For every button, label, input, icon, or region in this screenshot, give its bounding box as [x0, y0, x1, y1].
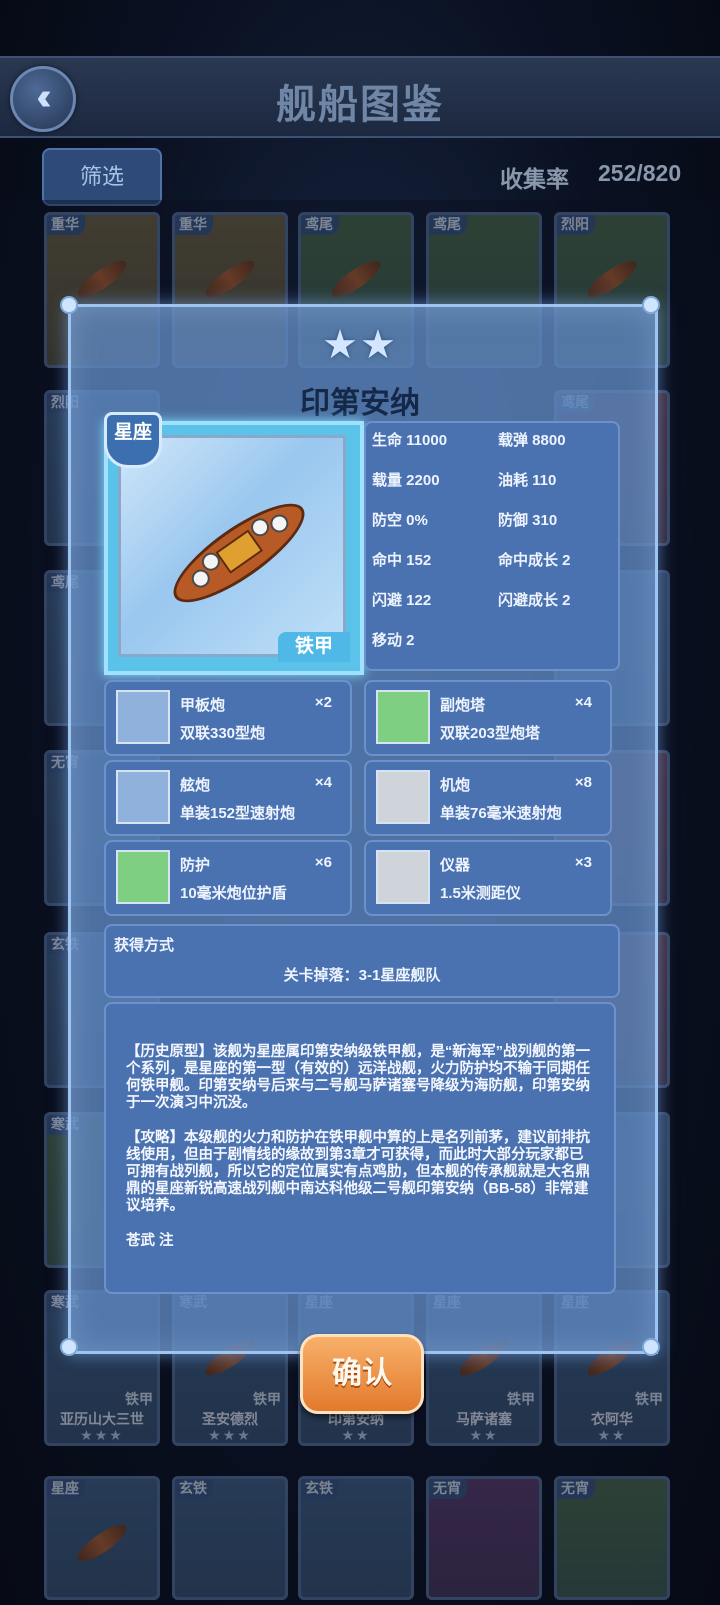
stat-hp: 生命 11000: [372, 432, 448, 449]
turret-icon: [376, 690, 430, 744]
equipment-category: 甲板炮: [180, 697, 226, 714]
equipment-slot[interactable]: 机炮 ×8 单装76毫米速射炮: [364, 760, 612, 836]
collection-label: 收集率: [500, 166, 569, 192]
filter-button[interactable]: 筛选: [42, 148, 162, 206]
corner-rivet-icon: [642, 1338, 660, 1356]
equipment-slot[interactable]: 防护 ×6 10毫米炮位护盾: [104, 840, 352, 916]
acquire-panel: 获得方式 关卡掉落：3-1星座舰队: [104, 924, 620, 998]
confirm-button[interactable]: 确认: [300, 1334, 424, 1414]
equipment-count: ×4: [574, 694, 592, 711]
equipment-name: 单装152型速射炮: [180, 805, 296, 822]
description-panel: 【历史原型】该舰为星座属印第安纳级铁甲舰，是“新海军”战列舰的第一个系列，是星座…: [104, 1002, 616, 1294]
stat-fuel: 油耗 110: [498, 472, 557, 489]
portrait-background: [118, 435, 346, 657]
ship-deck: [215, 529, 264, 574]
equipment-count: ×6: [314, 854, 332, 871]
corner-rivet-icon: [60, 1338, 78, 1356]
equipment-name: 1.5米测距仪: [440, 885, 521, 902]
twin-gun-icon: [116, 690, 170, 744]
strategy-text: 【攻略】本级舰的火力和防护在铁甲舰中算的上是名列前茅，建议前排抗线使用，但由于剧…: [126, 1130, 590, 1214]
equipment-count: ×8: [574, 774, 592, 791]
equipment-category: 舷炮: [180, 777, 211, 794]
corner-rivet-icon: [60, 296, 78, 314]
machine-gun-icon: [376, 770, 430, 824]
stat-evade: 闪避 122: [372, 592, 432, 609]
acquire-title: 获得方式: [114, 937, 175, 954]
collection-value: 252/820: [598, 160, 682, 186]
equipment-count: ×4: [314, 774, 332, 791]
equipment-slot[interactable]: 甲板炮 ×2 双联330型炮: [104, 680, 352, 756]
equipment-category: 机炮: [440, 777, 471, 794]
stat-hit: 命中 152: [372, 552, 432, 569]
armor-plate-icon: [116, 850, 170, 904]
rangefinder-icon: [376, 850, 430, 904]
ship-sprite: [160, 487, 318, 619]
equipment-count: ×2: [314, 694, 332, 711]
stat-load: 载量 2200: [372, 472, 440, 489]
broadside-gun-icon: [116, 770, 170, 824]
turret-icon: [266, 510, 292, 537]
stat-def: 防御 310: [498, 512, 558, 529]
page-title: 舰船图鉴: [276, 83, 444, 127]
equipment-slot[interactable]: 仪器 ×3 1.5米测距仪: [364, 840, 612, 916]
equipment-count: ×3: [574, 854, 592, 871]
equipment-category: 防护: [180, 857, 211, 874]
author-note: 苍武 注: [126, 1233, 174, 1249]
equipment-slot[interactable]: 副炮塔 ×4 双联203型炮塔: [364, 680, 612, 756]
stat-ammo: 载弹 8800: [498, 432, 566, 449]
equipment-category: 仪器: [440, 857, 471, 874]
equipment-name: 单装76毫米速射炮: [440, 805, 562, 822]
acquire-method: 关卡掉落：3-1星座舰队: [283, 967, 441, 984]
equipment-name: 10毫米炮位护盾: [180, 885, 287, 902]
equipment-category: 副炮塔: [440, 697, 486, 714]
stat-aa: 防空 0%: [372, 512, 428, 529]
stat-move: 移动 2: [372, 632, 415, 649]
rank-badge: 星座: [104, 412, 162, 468]
rarity-stars: ★★: [322, 323, 398, 367]
corner-rivet-icon: [642, 296, 660, 314]
ship-type-tag: 铁甲: [278, 632, 350, 662]
history-text: 【历史原型】该舰为星座属印第安纳级铁甲舰，是“新海军”战列舰的第一个系列，是星座…: [126, 1044, 590, 1111]
equipment-name: 双联330型炮: [180, 725, 266, 742]
stat-evade-growth: 闪避成长 2: [498, 592, 571, 609]
stat-hit-growth: 命中成长 2: [498, 552, 571, 569]
stats-panel: 生命 11000 载弹 8800 载量 2200 油耗 110 防空 0% 防御…: [364, 421, 620, 671]
equipment-name: 双联203型炮塔: [440, 725, 541, 742]
equipment-slot[interactable]: 舷炮 ×4 单装152型速射炮: [104, 760, 352, 836]
